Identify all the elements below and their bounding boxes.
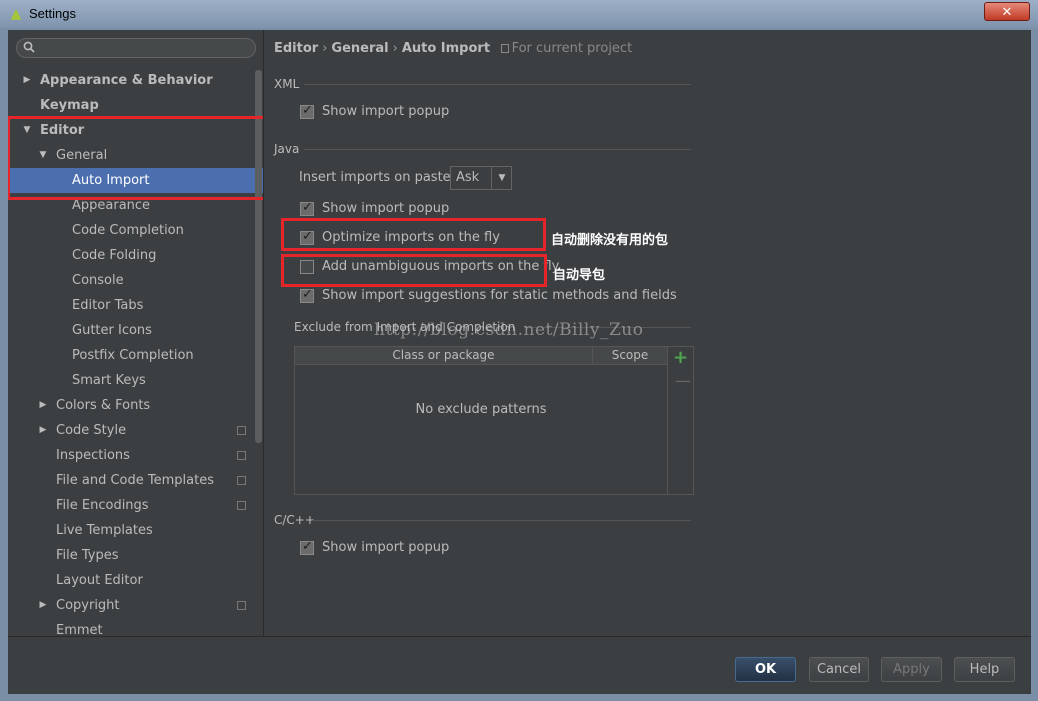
project-scope-icon [237,501,246,510]
sidebar-item-smart-keys[interactable]: Smart Keys [8,368,263,393]
checkbox-checked: ✓ [300,200,314,216]
project-scope-icon [237,426,246,435]
sidebar-item-keymap[interactable]: Keymap [8,93,263,118]
sidebar-item-gutter-icons[interactable]: Gutter Icons [8,318,263,343]
checkbox-checked: ✓ [300,539,314,555]
checkmark-icon: ✓ [302,103,313,118]
section-title-java: Java [274,142,300,156]
checkbox-checked: ✓ [300,287,314,303]
highlight-box [281,254,547,287]
column-header-class[interactable]: Class or package [295,347,592,364]
section-divider [304,149,691,150]
help-button[interactable]: Help [954,657,1015,682]
column-header-scope[interactable]: Scope [593,347,667,364]
breadcrumb-item: General [331,41,389,56]
section-title-xml: XML [274,77,300,91]
dialog-footer: OK Cancel Apply Help [8,636,1031,694]
breadcrumb-item: Editor [274,41,319,56]
settings-dialog: ▶ Appearance & Behavior Keymap ▼ Editor … [8,30,1031,694]
cancel-button[interactable]: Cancel [809,657,869,682]
breadcrumb-separator: › [392,41,398,56]
title-bar: ▲ Settings ✕ [0,0,1038,28]
insert-imports-select[interactable]: Ask ▼ [450,166,512,190]
checkmark-icon: ✓ [302,539,313,554]
close-button[interactable]: ✕ [984,2,1030,21]
project-scope-icon [237,476,246,485]
sidebar-item-live-templates[interactable]: Live Templates [8,518,263,543]
project-scope-icon [500,44,509,53]
settings-search-input[interactable] [16,38,256,58]
android-studio-icon: ▲ [10,6,22,22]
chevron-right-icon: ▶ [39,400,47,410]
sidebar-item-code-style[interactable]: ▶ Code Style [8,418,263,443]
sidebar-item-emmet[interactable]: Emmet [8,618,263,636]
checkmark-icon: ✓ [302,287,313,302]
insert-imports-label: Insert imports on paste: [299,170,456,185]
sidebar-item-code-folding[interactable]: Code Folding [8,243,263,268]
sidebar-item-copyright[interactable]: ▶ Copyright [8,593,263,618]
project-scope-note: For current project [500,41,632,56]
sidebar-item-file-encodings[interactable]: File Encodings [8,493,263,518]
highlight-box [8,116,263,200]
window-frame: ▲ Settings ✕ ▶ Appearance & Behavior Key… [0,0,1038,701]
chevron-right-icon: ▶ [23,75,31,85]
sidebar-item-appearance-behavior[interactable]: ▶ Appearance & Behavior [8,68,263,93]
breadcrumb: Editor › General › Auto Import For current p… [274,41,632,56]
annotation-add-imports: 自动导包 [553,268,606,283]
add-pattern-button[interactable]: + [673,347,688,368]
checkbox-checked: ✓ [300,103,314,119]
sidebar-item-editor-tabs[interactable]: Editor Tabs [8,293,263,318]
ok-button[interactable]: OK [735,657,796,682]
chevron-right-icon: ▶ [39,600,47,610]
table-header: Class or package Scope [295,347,667,365]
table-toolbar-divider [667,347,668,494]
exclude-table[interactable]: Class or package Scope No exclude patter… [294,346,694,495]
empty-state-text: No exclude patterns [415,402,547,417]
annotation-optimize: 自动删除没有用的包 [551,233,669,248]
sidebar-item-file-code-templates[interactable]: File and Code Templates [8,468,263,493]
sidebar-item-inspections[interactable]: Inspections [8,443,263,468]
sidebar-item-file-types[interactable]: File Types [8,543,263,568]
apply-button[interactable]: Apply [881,657,942,682]
section-title-cpp: C/C++ [274,513,315,527]
window-title: Settings [29,6,76,21]
section-divider [312,520,691,521]
sidebar-item-code-completion[interactable]: Code Completion [8,218,263,243]
highlight-box [281,218,546,251]
sidebar-item-layout-editor[interactable]: Layout Editor [8,568,263,593]
sidebar-item-postfix-completion[interactable]: Postfix Completion [8,343,263,368]
settings-sidebar: ▶ Appearance & Behavior Keymap ▼ Editor … [8,30,264,636]
search-icon [23,41,35,53]
project-scope-icon [237,451,246,460]
chevron-down-icon: ▼ [491,167,512,189]
breadcrumb-separator: › [322,41,328,56]
sidebar-item-colors-fonts[interactable]: ▶ Colors & Fonts [8,393,263,418]
remove-pattern-button[interactable]: — [675,371,691,390]
project-scope-icon [237,601,246,610]
checkmark-icon: ✓ [302,200,313,215]
chevron-right-icon: ▶ [39,425,47,435]
breadcrumb-item: Auto Import [401,41,491,56]
section-divider [304,84,691,85]
watermark-text: http://blog.csdn.net/Billy_Zuo [374,320,644,340]
sidebar-item-console[interactable]: Console [8,268,263,293]
